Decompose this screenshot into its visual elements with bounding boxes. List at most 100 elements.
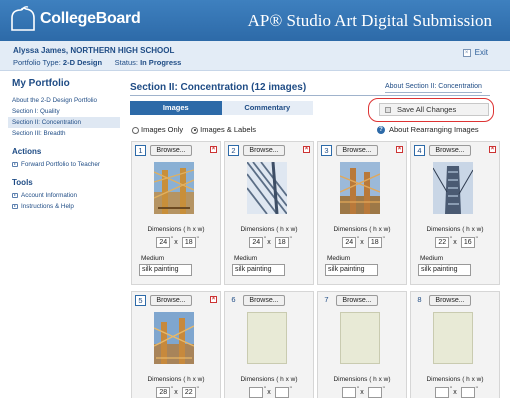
browse-button[interactable]: Browse... (150, 295, 192, 306)
width-input[interactable] (460, 386, 478, 398)
dimensions-inputs: 24x18 (318, 236, 406, 248)
about-section-link[interactable]: About Section II: Concentration (385, 83, 482, 93)
rearranging-help-link[interactable]: ? About Rearranging Images (377, 125, 479, 134)
browse-button[interactable]: Browse... (243, 145, 285, 156)
account-information-link[interactable]: Account Information (8, 190, 120, 201)
browse-button[interactable]: Browse... (429, 295, 471, 306)
dimensions-label: Dimensions ( h x w) (147, 226, 205, 233)
radio-button[interactable] (191, 126, 199, 134)
forward-portfolio-label: Forward Portfolio to Teacher (21, 161, 100, 168)
image-number[interactable]: 4 (414, 145, 425, 156)
width-input[interactable]: 18 (274, 236, 292, 248)
width-input[interactable]: 18 (181, 236, 199, 248)
medium-input[interactable]: silk painting (139, 264, 192, 276)
image-thumbnail[interactable] (153, 162, 195, 214)
dimensions-inputs: 24x18 (225, 236, 313, 248)
image-number[interactable]: 1 (135, 145, 146, 156)
radio-button[interactable] (132, 126, 139, 134)
medium-label: Medium (420, 255, 444, 262)
medium-input[interactable]: silk painting (418, 264, 471, 276)
delete-icon[interactable]: × (489, 146, 496, 153)
collegeboard-logo[interactable]: CollegeBoard (8, 6, 141, 32)
divider (130, 95, 490, 96)
delete-icon[interactable]: × (303, 146, 310, 153)
instructions-help-link[interactable]: Instructions & Help (8, 201, 120, 212)
height-input[interactable]: 22 (435, 236, 452, 248)
browse-button[interactable]: Browse... (150, 145, 192, 156)
height-input[interactable]: 28 (156, 386, 173, 398)
medium-input[interactable]: silk painting (232, 264, 285, 276)
save-highlight: Save All Changes (368, 98, 494, 122)
width-input[interactable]: 22 (181, 386, 199, 398)
image-card: 2 Browse... × Dimensions ( h x w) 24x18 Mediu… (224, 141, 314, 285)
tab-images[interactable]: Images (130, 101, 222, 115)
image-thumbnail[interactable] (432, 162, 474, 214)
section-title: Section II: Concentration (12 images) (130, 82, 307, 93)
image-card: 1 Browse... × Dimensions ( h x w) 24x18 Mediu… (131, 141, 221, 285)
width-input[interactable] (274, 386, 292, 398)
width-input[interactable]: 18 (367, 236, 385, 248)
height-input[interactable] (435, 386, 452, 398)
tab-commentary[interactable]: Commentary (221, 101, 313, 115)
sidebar-item-concentration[interactable]: Section II: Concentration (8, 117, 120, 128)
image-number: 8 (417, 295, 422, 304)
image-number[interactable]: 2 (228, 145, 239, 156)
sidebar-item-quality[interactable]: Section I: Quality (8, 106, 120, 117)
height-input[interactable] (249, 386, 266, 398)
width-input[interactable] (367, 386, 385, 398)
image-number[interactable]: 5 (135, 295, 146, 306)
image-thumbnail (340, 312, 380, 364)
arrow-icon (12, 204, 18, 209)
dimensions-label: Dimensions ( h x w) (147, 376, 205, 383)
save-icon (385, 106, 391, 113)
delete-icon[interactable]: × (396, 146, 403, 153)
logo-text: CollegeBoard (40, 10, 141, 27)
image-thumbnail[interactable] (339, 162, 381, 214)
times-label: x (174, 239, 178, 246)
browse-button[interactable]: Browse... (336, 145, 378, 156)
image-number[interactable]: 3 (321, 145, 332, 156)
delete-icon[interactable]: × (210, 146, 217, 153)
height-input[interactable]: 24 (156, 236, 173, 248)
height-input[interactable]: 24 (342, 236, 359, 248)
image-card: 7 Browse... Dimensions ( h x w) x (317, 291, 407, 398)
arrow-icon (12, 193, 18, 198)
app-title: AP® Studio Art Digital Submission (247, 11, 492, 30)
browse-button[interactable]: Browse... (429, 145, 471, 156)
medium-input[interactable]: silk painting (325, 264, 378, 276)
sidebar-item-breadth[interactable]: Section III: Breadth (8, 128, 120, 139)
user-name: Alyssa James, NORTHERN HIGH SCHOOL (13, 46, 175, 55)
image-thumbnail[interactable] (153, 312, 195, 364)
app-header: CollegeBoard AP® Studio Art Digital Subm… (0, 0, 510, 41)
portfolio-type-label: Portfolio Type: (13, 58, 61, 67)
times-label: x (267, 239, 271, 246)
dimensions-label: Dimensions ( h x w) (426, 376, 484, 383)
forward-portfolio-link[interactable]: Forward Portfolio to Teacher (8, 159, 120, 170)
browse-button[interactable]: Browse... (336, 295, 378, 306)
radio-images-labels-label: Images & Labels (200, 125, 256, 134)
times-label: x (360, 239, 364, 246)
tools-heading: Tools (12, 178, 33, 187)
sidebar-item-about[interactable]: About the 2-D Design Portfolio (8, 95, 120, 106)
card-toolbar: 6 Browse... (228, 295, 310, 307)
exit-link[interactable]: × Exit (462, 48, 488, 57)
save-all-changes-button[interactable]: Save All Changes (379, 103, 489, 116)
exit-label: Exit (474, 48, 488, 57)
height-input[interactable] (342, 386, 359, 398)
image-thumbnail[interactable] (246, 161, 288, 215)
medium-label: Medium (327, 255, 351, 262)
radio-images-labels[interactable]: Images & Labels (191, 125, 256, 134)
image-thumbnail (247, 312, 287, 364)
times-label: x (360, 389, 364, 396)
card-toolbar: 3 Browse... × (321, 145, 403, 157)
width-input[interactable]: 16 (460, 236, 478, 248)
image-thumbnail (433, 312, 473, 364)
card-toolbar: 2 Browse... × (228, 145, 310, 157)
delete-icon[interactable]: × (210, 296, 217, 303)
radio-images-only[interactable]: Images Only (132, 125, 183, 134)
view-options: Images Only Images & Labels (132, 125, 256, 134)
height-input[interactable]: 24 (249, 236, 266, 248)
browse-button[interactable]: Browse... (243, 295, 285, 306)
radio-images-only-label: Images Only (141, 125, 184, 134)
card-toolbar: 7 Browse... (321, 295, 403, 307)
